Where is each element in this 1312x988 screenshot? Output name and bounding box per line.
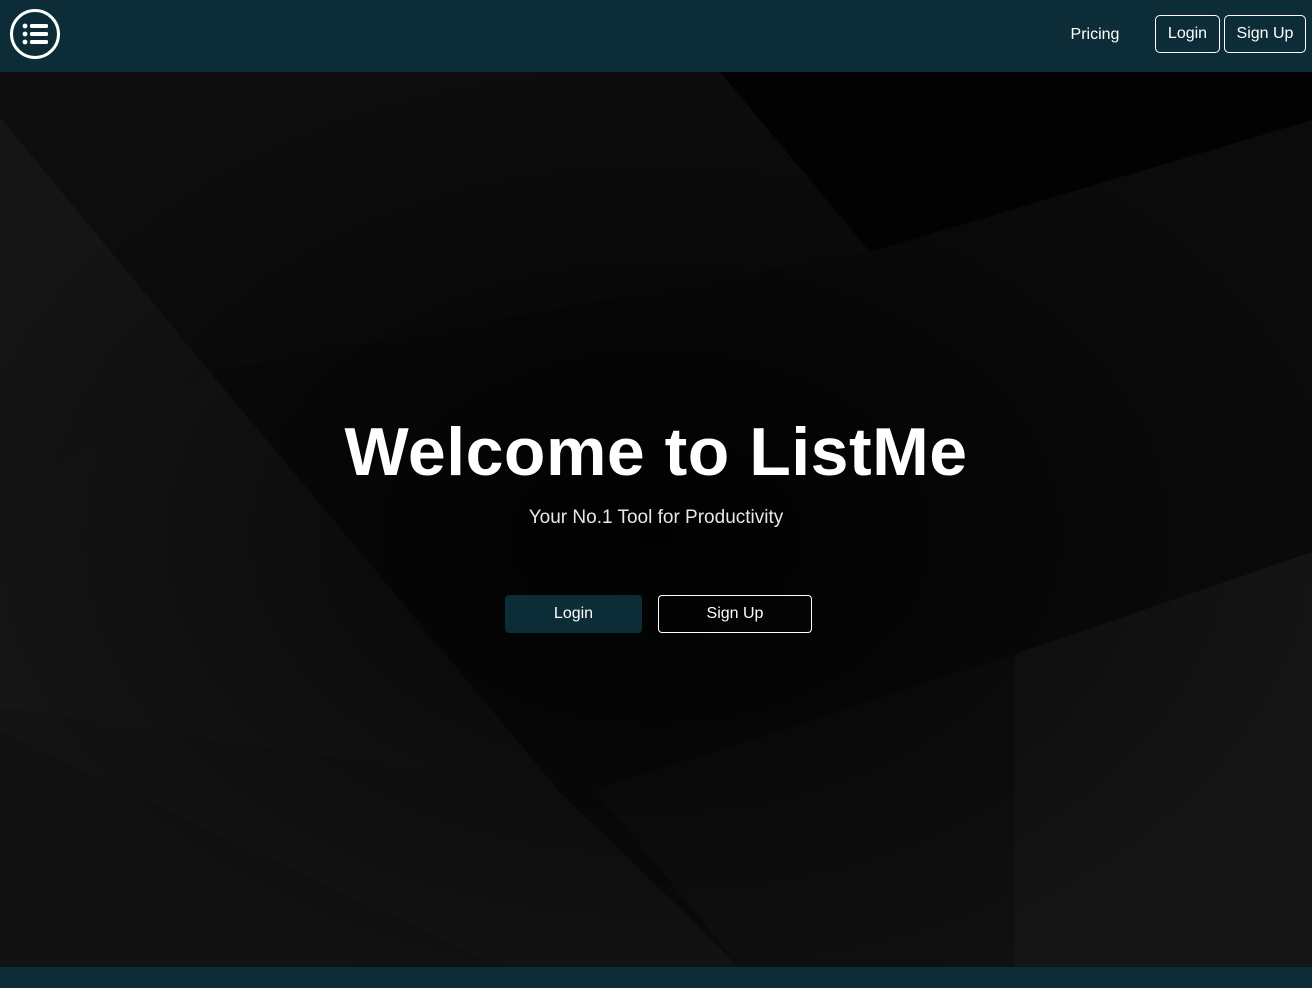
nav-login-button[interactable]: Login	[1155, 15, 1220, 53]
nav-pricing-link[interactable]: Pricing	[1054, 17, 1136, 53]
hero-login-button[interactable]: Login	[505, 595, 642, 633]
nav-signup-button[interactable]: Sign Up	[1224, 15, 1306, 53]
list-icon	[22, 23, 48, 45]
hero-subtitle: Your No.1 Tool for Productivity	[528, 507, 784, 528]
hero-signup-button[interactable]: Sign Up	[658, 595, 812, 633]
footer-bar	[0, 967, 1312, 988]
landing-page: Pricing Login Sign Up Welcome to ListMe	[0, 0, 1312, 988]
hero-title: Welcome to ListMe	[344, 414, 968, 490]
hero-section: Welcome to ListMe Your No.1 Tool for Pro…	[0, 72, 1312, 967]
navbar: Pricing Login Sign Up	[0, 0, 1312, 72]
logo-button[interactable]	[10, 9, 60, 59]
